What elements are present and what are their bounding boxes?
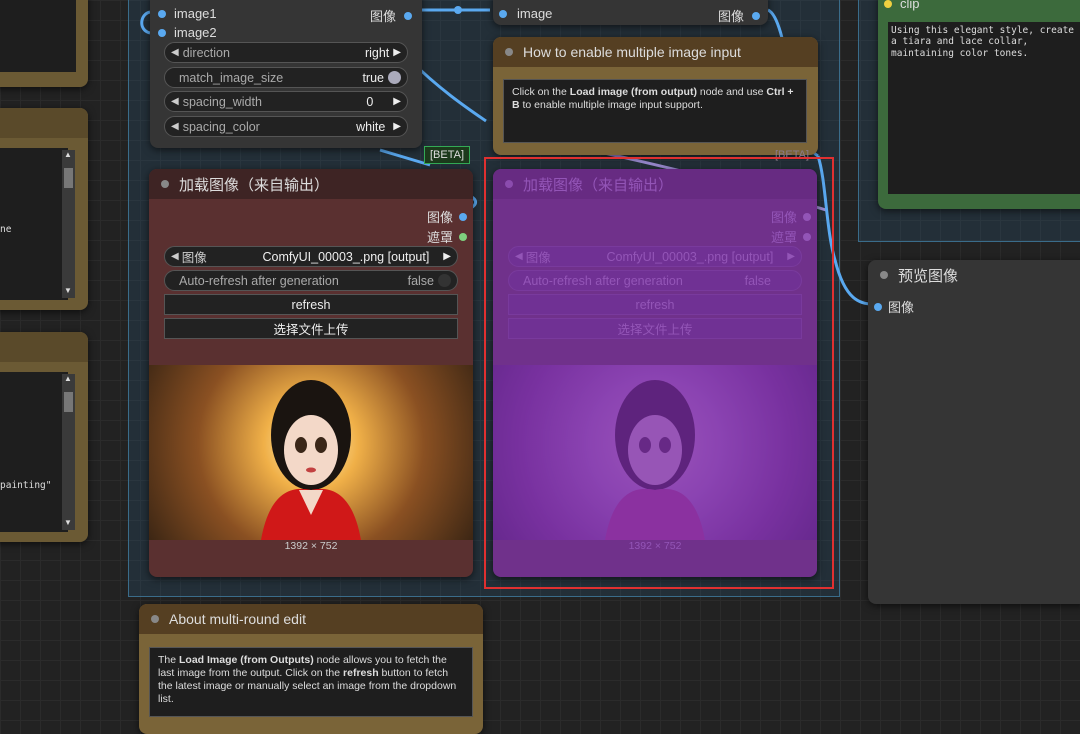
about-note-title: About multi-round edit <box>169 611 306 627</box>
clip-text-encode-node[interactable]: clip Using this elegant style, create a … <box>878 0 1080 209</box>
image-select-value: ComfyUI_00003_.png [output] <box>262 249 430 264</box>
direction-value: right <box>364 45 390 60</box>
input-label-image: image <box>517 6 553 21</box>
image-stitch-node[interactable]: image1 image2 图像 ◀ direction right ▶ mat… <box>150 0 422 148</box>
output-image[interactable]: 图像 <box>370 6 412 25</box>
spacing-width-label: spacing_width <box>182 94 262 109</box>
arrow-right-icon[interactable]: ▶ <box>393 47 401 58</box>
input-label-image2: image2 <box>174 25 217 40</box>
note-text-part: node and use <box>696 86 767 98</box>
input-label-image: 图像 <box>888 300 915 315</box>
arrow-left-icon[interactable]: ◀ <box>171 121 179 132</box>
toggle-knob-icon[interactable] <box>438 274 451 287</box>
highlight-selection-box <box>484 157 834 589</box>
arrow-right-icon[interactable]: ▶ <box>393 121 401 132</box>
note-bold-text: Load Image (from Outputs) <box>179 654 314 666</box>
input-image1[interactable]: image1 <box>158 6 217 21</box>
image-select-combo[interactable]: ◀ 图像 ComfyUI_00003_.png [output] ▶ <box>164 246 458 267</box>
arrow-left-icon[interactable]: ◀ <box>171 251 179 262</box>
match-image-size-label: match_image_size <box>179 70 284 85</box>
preview-image-header[interactable]: 预览图像 <box>868 260 1080 290</box>
output-image[interactable]: 图像 <box>427 207 467 226</box>
portrait-figure-icon <box>261 380 361 540</box>
beta-badge: [BETA] <box>424 146 471 164</box>
output-socket-image[interactable] <box>459 212 467 221</box>
input-socket-image[interactable] <box>874 302 882 311</box>
note-bold-text: Load image (from output) <box>569 86 697 98</box>
how-to-note-node[interactable]: How to enable multiple image input Click… <box>493 37 818 155</box>
preview-image <box>149 365 473 540</box>
top-image-node[interactable]: image 图像 <box>493 0 768 25</box>
collapse-dot-icon[interactable] <box>880 271 888 279</box>
about-note-header[interactable]: About multi-round edit <box>139 604 483 634</box>
load-image-title: 加载图像（来自输出） <box>179 176 330 194</box>
load-image-header[interactable]: 加载图像（来自输出） <box>149 169 473 199</box>
how-to-note-header[interactable]: How to enable multiple image input <box>493 37 818 67</box>
how-to-note-text[interactable]: Click on the Load image (from output) no… <box>503 79 807 143</box>
note-bold-text: refresh <box>343 667 379 680</box>
preview-image-title: 预览图像 <box>898 267 959 285</box>
input-image[interactable]: image <box>499 6 552 21</box>
input-socket-image1[interactable] <box>158 9 166 18</box>
image-size-label: 1392 × 752 <box>284 540 338 552</box>
output-label-mask: 遮罩 <box>426 230 453 245</box>
input-socket-clip[interactable] <box>884 0 892 8</box>
auto-refresh-value: false <box>407 273 434 288</box>
input-label-image1: image1 <box>174 6 217 21</box>
collapse-dot-icon[interactable] <box>505 48 513 56</box>
arrow-left-icon[interactable]: ◀ <box>171 47 179 58</box>
toggle-knob-icon[interactable] <box>388 71 401 84</box>
auto-refresh-toggle[interactable]: Auto-refresh after generation false <box>164 270 458 291</box>
how-to-note-title: How to enable multiple image input <box>523 44 741 60</box>
image-select-label: 图像 <box>181 251 207 265</box>
about-note-node[interactable]: About multi-round edit The Load Image (f… <box>139 604 483 734</box>
direction-label: direction <box>182 45 230 60</box>
arrow-left-icon[interactable]: ◀ <box>171 96 179 107</box>
note-text-part: to enable multiple image input support. <box>519 99 703 112</box>
clip-prompt-textarea[interactable]: Using this elegant style, create a tiara… <box>888 22 1080 194</box>
direction-combo[interactable]: ◀ direction right ▶ <box>164 42 408 63</box>
refresh-button[interactable]: refresh <box>164 294 458 315</box>
output-socket-mask[interactable] <box>459 232 467 241</box>
collapse-dot-icon[interactable] <box>161 180 169 188</box>
input-socket-image2[interactable] <box>158 28 166 37</box>
output-label-image: 图像 <box>426 210 453 225</box>
input-socket-image[interactable] <box>499 9 507 18</box>
preview-image-node[interactable]: 预览图像 图像 <box>868 260 1080 604</box>
upload-file-button[interactable]: 选择文件上传 <box>164 318 458 339</box>
spacing-color-label: spacing_color <box>182 119 260 134</box>
auto-refresh-label: Auto-refresh after generation <box>179 273 339 288</box>
match-image-size-value: true <box>362 70 384 85</box>
input-image[interactable]: 图像 <box>874 297 914 316</box>
output-label-image: 图像 <box>369 9 396 24</box>
input-clip[interactable]: clip <box>884 0 920 11</box>
output-image[interactable]: 图像 <box>718 6 760 25</box>
output-socket-image[interactable] <box>752 11 760 20</box>
spacing-width-number[interactable]: ◀ spacing_width 0 ▶ <box>164 91 408 112</box>
output-socket-image[interactable] <box>404 11 412 20</box>
about-note-text[interactable]: The Load Image (from Outputs) node allow… <box>149 647 473 717</box>
collapse-dot-icon[interactable] <box>151 615 159 623</box>
spacing-color-value: white <box>356 119 386 134</box>
output-mask[interactable]: 遮罩 <box>427 227 467 246</box>
note-text-part: Click on the <box>512 86 570 98</box>
output-label-image: 图像 <box>717 9 744 24</box>
arrow-right-icon[interactable]: ▶ <box>443 251 451 262</box>
note-text-part: The <box>158 654 180 666</box>
spacing-color-combo[interactable]: ◀ spacing_color white ▶ <box>164 116 408 137</box>
arrow-right-icon[interactable]: ▶ <box>393 96 401 107</box>
load-image-output-node[interactable]: 加载图像（来自输出） 图像 遮罩 ◀ 图像 ComfyUI_00003_.png… <box>149 169 473 577</box>
spacing-width-value: 0 <box>366 94 374 109</box>
input-label-clip: clip <box>900 0 920 11</box>
match-image-size-toggle[interactable]: match_image_size true <box>164 67 408 88</box>
input-image2[interactable]: image2 <box>158 25 217 40</box>
